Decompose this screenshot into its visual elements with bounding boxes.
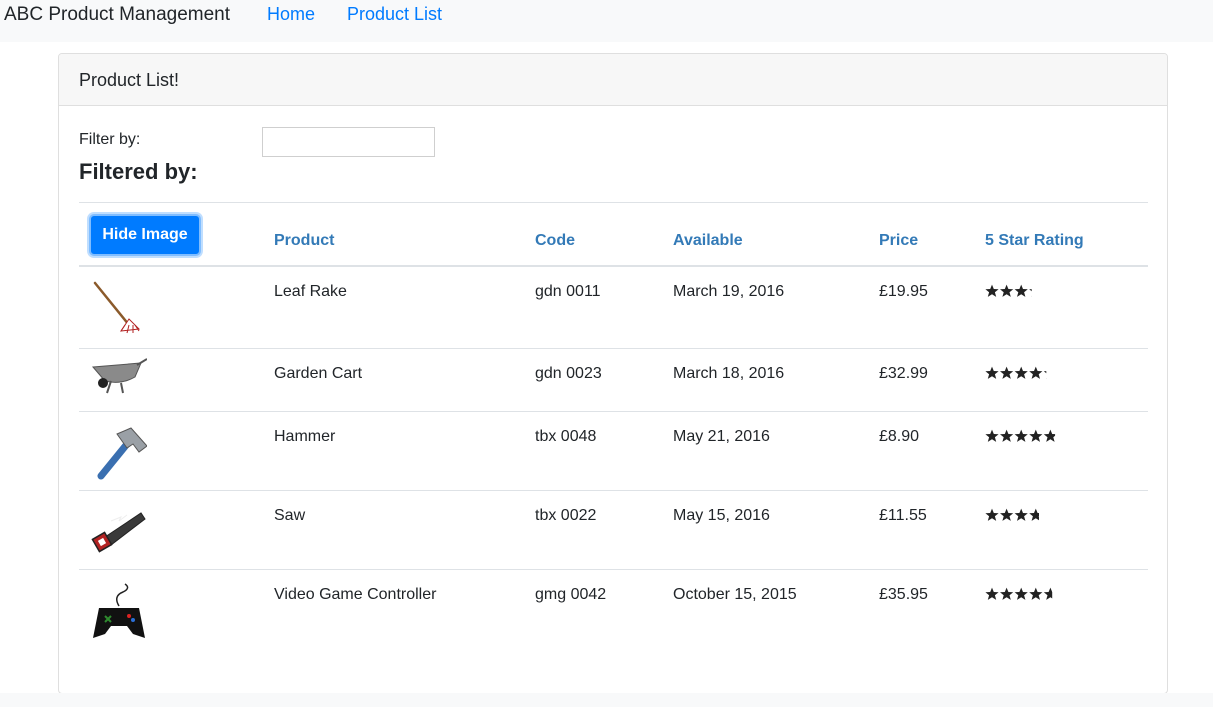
product-available-date: May 21, 2016: [673, 428, 770, 445]
star-icon: [1029, 289, 1032, 297]
stars-icon: [985, 284, 1057, 297]
filtered-by-heading: Filtered by:: [79, 159, 198, 184]
star-icon: [1014, 284, 1028, 297]
product-name: Leaf Rake: [274, 283, 347, 300]
star-icon: [985, 587, 999, 600]
hide-image-button[interactable]: Hide Image: [89, 214, 201, 256]
star-icon: [1000, 429, 1014, 442]
product-available-date: March 18, 2016: [673, 365, 785, 382]
brand-title: ABC Product Management: [4, 4, 231, 25]
star-rating: [985, 366, 1061, 385]
game-controller-icon: [93, 583, 145, 638]
card-title: Product List!: [79, 70, 180, 90]
column-header-product[interactable]: Product: [274, 232, 334, 250]
star-icon: [985, 284, 999, 297]
product-price: £8.90: [879, 428, 920, 445]
column-header-price[interactable]: Price: [879, 232, 918, 250]
table-top-divider: [79, 202, 1148, 203]
star-icon: [1029, 587, 1043, 600]
star-icon: [1043, 371, 1047, 379]
star-icon: [1000, 366, 1014, 379]
product-code: gdn 0023: [535, 365, 602, 382]
star-rating: [985, 284, 1061, 303]
stars-icon: [985, 429, 1056, 442]
leaf-rake-icon: [93, 281, 141, 334]
product-name: Video Game Controller: [274, 586, 437, 603]
product-available-date: May 15, 2016: [673, 507, 770, 524]
star-icon: [1000, 508, 1014, 521]
product-price: £19.95: [879, 283, 928, 300]
saw-icon: [91, 512, 146, 553]
column-header-rating[interactable]: 5 Star Rating: [985, 232, 1084, 250]
product-name: Saw: [274, 507, 306, 524]
table-row: Leaf Rake gdn 0011 March 19, 2016 £19.95: [79, 267, 1148, 349]
card-header: Product List!: [59, 54, 1167, 106]
garden-cart-icon: [91, 358, 147, 394]
star-icon: [1000, 587, 1014, 600]
nav-link-home[interactable]: Home: [267, 4, 315, 25]
product-code: gmg 0042: [535, 586, 607, 603]
star-icon: [1014, 587, 1028, 600]
table-row: Saw tbx 0022 May 15, 2016 £11.55: [79, 491, 1148, 570]
product-available-date: March 19, 2016: [673, 283, 785, 300]
hammer-icon: [97, 427, 147, 480]
table-row: Garden Cart gdn 0023 March 18, 2016 £32.…: [79, 349, 1148, 412]
star-icon: [985, 366, 999, 379]
stars-icon: [985, 366, 1047, 379]
star-icon: [1043, 429, 1056, 442]
star-icon: [985, 429, 999, 442]
star-icon: [1014, 429, 1028, 442]
table-row: Video Game Controller gmg 0042 October 1…: [79, 570, 1148, 652]
page-footer-strip: [0, 693, 1213, 707]
star-icon: [1029, 366, 1043, 379]
product-name: Hammer: [274, 428, 336, 445]
star-icon: [1043, 587, 1053, 600]
product-price: £11.55: [879, 507, 927, 524]
star-icon: [1029, 508, 1039, 521]
product-price: £32.99: [879, 365, 928, 382]
product-price: £35.95: [879, 586, 928, 603]
product-list-card: Product List! Filter by: Filtered by: Hi…: [58, 53, 1168, 694]
filter-input[interactable]: [262, 127, 435, 157]
product-available-date: October 15, 2015: [673, 586, 797, 603]
star-icon: [985, 508, 999, 521]
column-header-code[interactable]: Code: [535, 232, 575, 250]
star-icon: [1014, 508, 1028, 521]
star-icon: [1044, 285, 1057, 297]
nav-link-product-list[interactable]: Product List: [347, 4, 442, 25]
product-code: gdn 0011: [535, 283, 601, 300]
stars-icon: [985, 587, 1053, 600]
product-code: tbx 0048: [535, 428, 597, 445]
star-icon: [1014, 366, 1028, 379]
navbar: ABC Product Management Home Product List: [0, 0, 1213, 42]
stars-icon: [985, 508, 1057, 521]
filter-label: Filter by:: [79, 131, 141, 148]
table-row: Hammer tbx 0048 May 21, 2016 £8.90: [79, 412, 1148, 491]
star-icon: [1044, 509, 1057, 521]
product-code: tbx 0022: [535, 507, 597, 524]
star-rating: [985, 429, 1061, 448]
star-rating: [985, 508, 1061, 527]
star-icon: [1000, 284, 1014, 297]
product-name: Garden Cart: [274, 365, 363, 382]
column-header-available[interactable]: Available: [673, 232, 743, 250]
star-icon: [1029, 429, 1043, 442]
star-rating: [985, 587, 1061, 606]
